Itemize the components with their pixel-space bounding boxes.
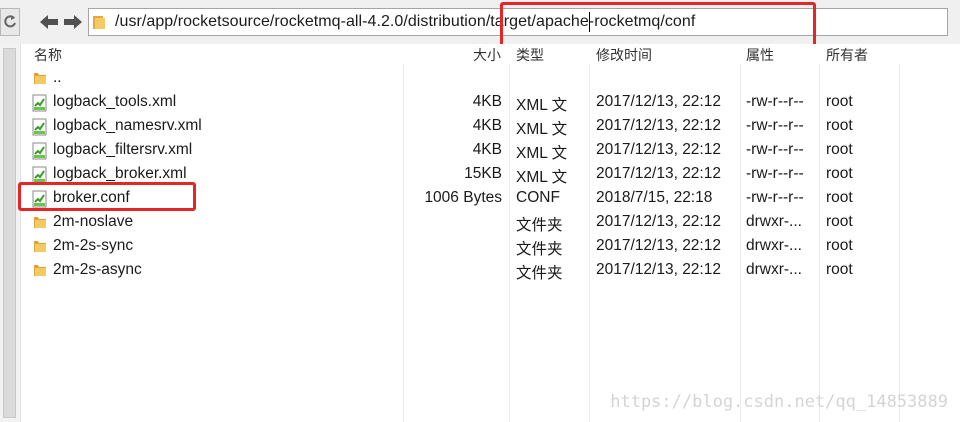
file-size: 15KB <box>464 165 502 182</box>
table-row[interactable]: logback_namesrv.xml 4KB XML 文 2017/12/13, 2… <box>21 114 901 138</box>
column-header-type[interactable]: 类型 <box>516 45 544 65</box>
file-modified: 2017/12/13, 22:12 <box>596 141 721 158</box>
file-permissions: -rw-r--r-- <box>746 189 804 206</box>
arrow-right-icon[interactable] <box>62 13 84 31</box>
file-size: 1006 Bytes <box>424 189 502 206</box>
file-modified: 2017/12/13, 22:12 <box>596 237 721 254</box>
highlight-box-address <box>500 2 816 50</box>
file-size: 4KB <box>472 93 502 110</box>
folder-icon <box>32 238 48 254</box>
folder-icon <box>32 262 48 278</box>
table-row[interactable]: 2m-noslave 文件夹 2017/12/13, 22:12 drwxr-... r… <box>21 210 901 234</box>
scrollbar-thumb[interactable] <box>3 48 16 418</box>
file-name: logback_broker.xml <box>53 165 187 182</box>
file-modified: 2017/12/13, 22:12 <box>596 261 721 278</box>
column-header-modified[interactable]: 修改时间 <box>596 45 652 65</box>
file-modified: 2017/12/13, 22:12 <box>596 117 721 134</box>
file-permissions: -rw-r--r-- <box>746 93 804 110</box>
column-header-size[interactable]: 大小 <box>473 45 501 65</box>
file-owner: root <box>826 165 853 182</box>
file-type: XML 文 <box>516 121 568 138</box>
file-permissions: drwxr-... <box>746 213 802 230</box>
folder-icon <box>32 214 48 230</box>
file-name: 2m-noslave <box>53 213 134 230</box>
file-size: 4KB <box>472 117 502 134</box>
file-permissions: -rw-r--r-- <box>746 141 804 158</box>
file-modified: 2018/7/15, 22:18 <box>596 189 713 206</box>
table-row[interactable]: logback_filtersrv.xml 4KB XML 文 2017/12/13,… <box>21 138 901 162</box>
file-type: 文件夹 <box>516 241 563 258</box>
table-row[interactable]: logback_tools.xml 4KB XML 文 2017/12/13, 22:… <box>21 90 901 114</box>
file-type: XML 文 <box>516 145 568 162</box>
file-icon <box>32 94 48 112</box>
file-permissions: drwxr-... <box>746 261 802 278</box>
file-name: logback_namesrv.xml <box>53 117 202 134</box>
file-type: 文件夹 <box>516 265 563 282</box>
file-modified: 2017/12/13, 22:12 <box>596 213 721 230</box>
highlight-box-broker-conf <box>18 182 196 211</box>
folder-icon <box>32 70 48 86</box>
column-header-name[interactable]: 名称 <box>34 45 62 65</box>
table-row[interactable]: 2m-2s-async 文件夹 2017/12/13, 22:12 drwxr-...… <box>21 258 901 282</box>
table-row[interactable]: 2m-2s-sync 文件夹 2017/12/13, 22:12 drwxr-... r… <box>21 234 901 258</box>
file-owner: root <box>826 117 853 134</box>
file-modified: 2017/12/13, 22:12 <box>596 165 721 182</box>
file-permissions: -rw-r--r-- <box>746 117 804 134</box>
file-type: XML 文 <box>516 169 568 186</box>
file-name: logback_tools.xml <box>53 93 177 110</box>
file-permissions: drwxr-... <box>746 237 802 254</box>
watermark: https://blog.csdn.net/qq_14853889 <box>610 392 948 412</box>
file-icon <box>32 142 48 160</box>
file-owner: root <box>826 189 853 206</box>
file-modified: 2017/12/13, 22:12 <box>596 93 721 110</box>
column-header-permissions[interactable]: 属性 <box>746 45 774 65</box>
file-icon <box>32 118 48 136</box>
file-type: 文件夹 <box>516 217 563 234</box>
file-owner: root <box>826 237 853 254</box>
file-type: CONF <box>516 189 560 206</box>
file-permissions: -rw-r--r-- <box>746 165 804 182</box>
file-size: 4KB <box>472 141 502 158</box>
arrow-left-icon[interactable] <box>38 13 60 31</box>
vertical-scrollbar[interactable] <box>0 44 21 422</box>
file-name: .. <box>53 69 62 86</box>
file-owner: root <box>826 261 853 278</box>
file-owner: root <box>826 213 853 230</box>
toolbar: /usr/app/rocketsource/rocketmq-all-4.2.0… <box>0 0 960 45</box>
file-owner: root <box>826 141 853 158</box>
file-name: 2m-2s-sync <box>53 237 134 254</box>
file-icon <box>32 166 48 184</box>
table-row[interactable]: .. <box>21 66 901 90</box>
file-owner: root <box>826 93 853 110</box>
folder-icon <box>92 14 106 30</box>
refresh-icon[interactable] <box>0 8 20 36</box>
column-header-owner[interactable]: 所有者 <box>826 45 868 65</box>
file-name: 2m-2s-async <box>53 261 142 278</box>
column-header: 名称 大小 类型 修改时间 属性 所有者 <box>21 44 960 64</box>
file-name: logback_filtersrv.xml <box>53 141 193 158</box>
file-type: XML 文 <box>516 97 568 114</box>
